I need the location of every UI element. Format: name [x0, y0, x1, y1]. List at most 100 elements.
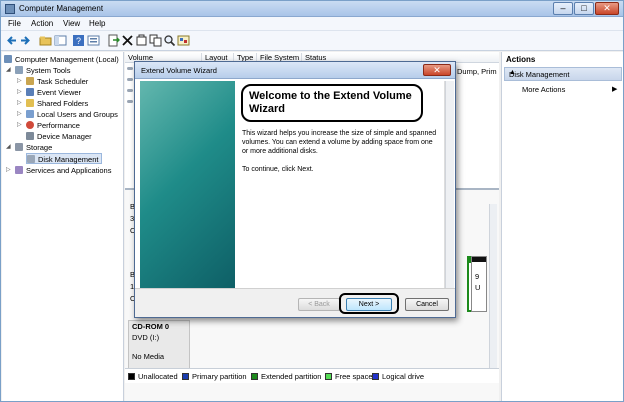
volume-row[interactable] [127, 100, 133, 103]
event-viewer-icon [26, 88, 34, 96]
tree-item-label: Shared Folders [37, 99, 89, 108]
legend-swatch-primary [182, 373, 189, 380]
cdrom-info: CD-ROM 0 DVD (I:) No Media [128, 320, 190, 370]
legend-swatch-extended [251, 373, 258, 380]
device-manager-icon [26, 132, 34, 140]
cut-icon[interactable] [135, 34, 148, 47]
tree-item-local-users[interactable]: ▷ Local Users and Groups [17, 109, 118, 120]
tree-item-label: System Tools [26, 66, 71, 75]
partition-text: 9 [475, 272, 480, 281]
volume-row[interactable] [127, 89, 133, 92]
minimize-button[interactable]: – [553, 2, 573, 15]
cancel-button[interactable]: Cancel [405, 298, 449, 311]
expand-icon[interactable]: ▷ [17, 120, 22, 131]
tree-item-disk-management[interactable]: Disk Management [26, 153, 103, 164]
status-cell-tail: Dump, Prim [457, 67, 497, 76]
actions-pane: Actions Disk Management ▲ More Actions ▶ [501, 52, 623, 401]
tree-item-label: Device Manager [37, 132, 92, 141]
services-icon [15, 166, 23, 174]
tools-icon [15, 66, 23, 74]
delete-icon[interactable] [121, 34, 134, 47]
wizard-content: Welcome to the Extend Volume Wizard This… [235, 81, 445, 288]
legend-swatch-unallocated [128, 373, 135, 380]
expand-icon[interactable]: ▷ [6, 165, 11, 176]
wizard-side-banner [140, 81, 235, 288]
wizard-continue-text: To continue, click Next. [242, 166, 314, 173]
up-folder-icon[interactable] [39, 34, 52, 47]
folder-icon [26, 99, 34, 107]
tree-item-label: Event Viewer [37, 88, 82, 97]
expand-icon[interactable]: ▷ [17, 98, 22, 109]
disk-management-icon [27, 155, 35, 163]
tree-item-event-viewer[interactable]: ▷ Event Viewer [17, 87, 82, 98]
volume-row[interactable] [127, 67, 133, 70]
more-actions-arrow-icon[interactable]: ▶ [612, 85, 617, 93]
export-icon[interactable] [107, 34, 120, 47]
storage-icon [15, 143, 23, 151]
actions-header: Actions [506, 55, 536, 64]
legend-unallocated: Unallocated [138, 372, 178, 381]
title-bar: Computer Management – □ ✕ [1, 1, 623, 17]
clock-icon [26, 77, 34, 85]
expand-icon[interactable]: ▷ [17, 76, 22, 87]
performance-icon [26, 121, 34, 129]
zoom-icon[interactable] [177, 34, 190, 47]
tree-item-system-tools[interactable]: ◢ System Tools [6, 65, 71, 76]
toolbar: ? [1, 31, 623, 51]
back-button[interactable]: < Back [298, 298, 340, 311]
disk-pane-scrollbar[interactable] [489, 204, 497, 374]
legend: Unallocated Primary partition Extended p… [125, 368, 499, 383]
tree-item-label: Local Users and Groups [37, 110, 118, 119]
partition-block[interactable]: 9 U [471, 256, 487, 312]
tree-item-label: Disk Management [38, 155, 99, 164]
partition-color-strip [472, 257, 486, 262]
expand-icon[interactable]: ▷ [17, 87, 22, 98]
search-icon[interactable] [163, 34, 176, 47]
wizard-footer: < Back Next > Cancel [135, 288, 455, 317]
tree-item-root[interactable]: Computer Management (Local) [4, 54, 119, 65]
collapse-icon[interactable]: ◢ [6, 65, 11, 76]
menu-help[interactable]: Help [89, 19, 105, 28]
back-icon[interactable] [5, 34, 18, 47]
tree-item-task-scheduler[interactable]: ▷ Task Scheduler [17, 76, 89, 87]
forward-icon[interactable] [19, 34, 32, 47]
legend-swatch-logical [372, 373, 379, 380]
volume-row[interactable] [127, 78, 133, 81]
menu-file[interactable]: File [8, 19, 21, 28]
tree-item-performance[interactable]: ▷ Performance [17, 120, 80, 131]
actions-disk-management[interactable]: Disk Management ▲ [504, 67, 622, 81]
tree-item-services[interactable]: ▷ Services and Applications [6, 165, 112, 176]
expand-icon[interactable]: ▷ [17, 109, 22, 120]
wizard-scrollbar[interactable] [445, 81, 454, 288]
cdrom-name: CD-ROM 0 [132, 322, 170, 331]
close-button[interactable]: ✕ [595, 2, 619, 15]
next-button[interactable]: Next > [346, 298, 392, 311]
console-tree: Computer Management (Local) ◢ System Tool… [2, 52, 124, 401]
menu-bar: File Action View Help [1, 17, 623, 31]
menu-view[interactable]: View [63, 19, 80, 28]
tree-item-device-manager[interactable]: Device Manager [26, 131, 92, 142]
copy-icon[interactable] [149, 34, 162, 47]
collapse-arrow-icon[interactable]: ▲ [509, 69, 617, 76]
cdrom-drive: DVD (I:) [132, 333, 160, 342]
properties-icon[interactable] [87, 34, 100, 47]
help-icon[interactable]: ? [72, 34, 85, 47]
tree-item-label: Services and Applications [26, 166, 112, 175]
more-actions-link[interactable]: More Actions [522, 85, 565, 94]
legend-swatch-free [325, 373, 332, 380]
svg-text:?: ? [76, 36, 81, 46]
window-title: Computer Management [19, 4, 104, 13]
wizard-title: Extend Volume Wizard [141, 66, 217, 75]
collapse-icon[interactable]: ◢ [6, 142, 11, 153]
tree-item-label: Task Scheduler [37, 77, 89, 86]
tree-item-shared-folders[interactable]: ▷ Shared Folders [17, 98, 89, 109]
tree-item-storage[interactable]: ◢ Storage [6, 142, 52, 153]
wizard-heading: Welcome to the Extend Volume Wizard [249, 90, 412, 115]
console-tree-icon[interactable] [54, 34, 67, 47]
wizard-title-bar: Extend Volume Wizard ✕ [135, 62, 455, 79]
extend-volume-wizard: Extend Volume Wizard ✕ Welcome to the Ex… [134, 61, 456, 318]
wizard-close-button[interactable]: ✕ [423, 64, 451, 76]
menu-action[interactable]: Action [31, 19, 53, 28]
maximize-button[interactable]: □ [574, 2, 594, 15]
computer-icon [4, 55, 12, 63]
